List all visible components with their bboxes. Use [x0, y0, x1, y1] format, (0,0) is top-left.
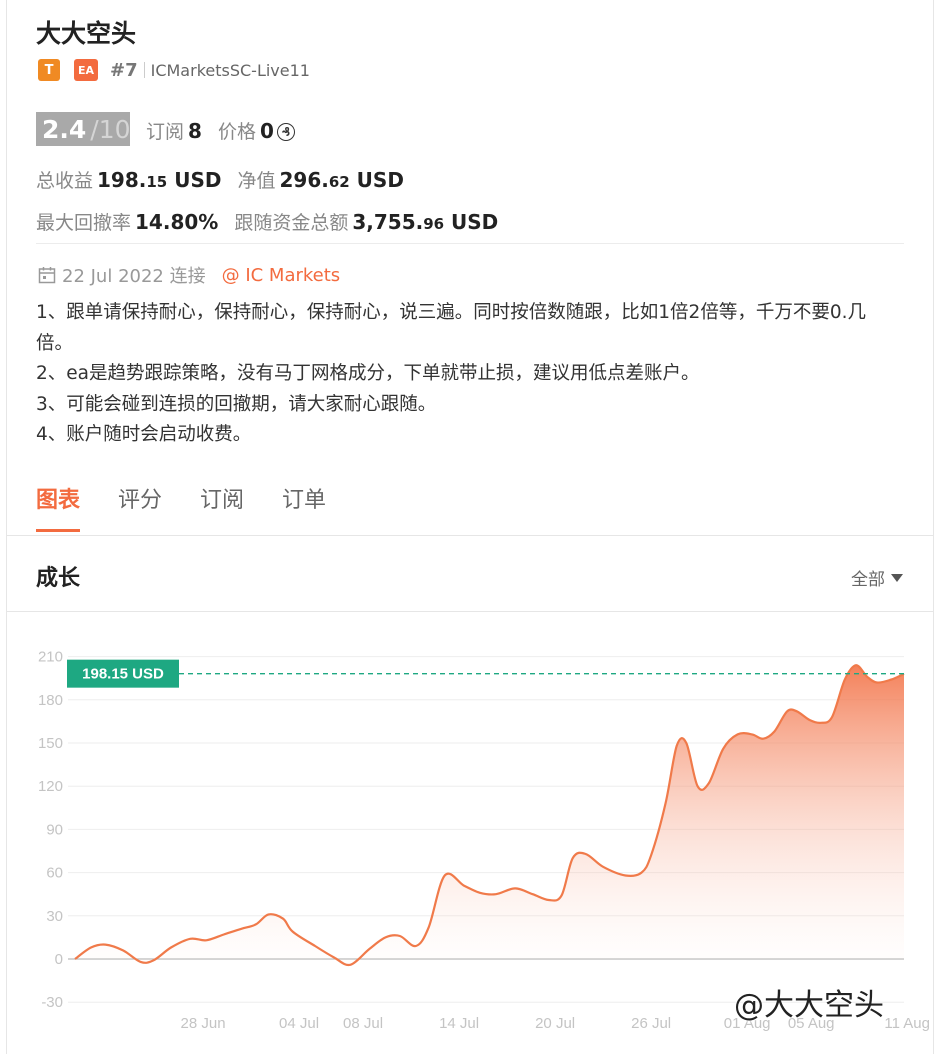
tab-bar: 图表 评分 订阅 订单: [36, 482, 364, 532]
y-tick-label: 0: [55, 951, 63, 968]
total-profit-label: 总收益: [36, 170, 94, 192]
current-value-badge: 198.15 USD: [67, 659, 179, 688]
divider: [36, 243, 904, 244]
section-title: 成长: [36, 566, 81, 591]
calendar-icon: [38, 267, 56, 284]
trader-name: 大大空头: [36, 19, 137, 48]
coin-icon: ₰: [276, 123, 295, 141]
subscribe-price-row: 订阅 8 价格 0 ₰: [146, 117, 295, 144]
description-line: 1、跟单请保持耐心，保持耐心，保持耐心，说三遍。同时按倍数随跟，比如1倍2倍等，…: [36, 302, 866, 354]
score-value: 2.4: [42, 114, 87, 144]
y-tick-label: 180: [38, 692, 63, 709]
tab-subscribe[interactable]: 订阅: [200, 482, 244, 528]
tab-rating[interactable]: 评分: [118, 482, 162, 528]
description-line: 3、可能会碰到连损的回撤期，请大家耐心跟随。: [36, 393, 437, 415]
y-tick-label: 60: [46, 865, 63, 882]
server-name: ICMarketsSC-Live11: [150, 60, 310, 80]
y-tick-label: -30: [41, 994, 63, 1011]
drawdown-row: 最大回撤率 14.80% 跟随资金总额 3,755.96 USD: [36, 208, 498, 235]
y-tick-label: 150: [38, 735, 63, 752]
score-badge: 2.4 /10: [36, 112, 131, 146]
ea-badge: EA: [74, 59, 98, 81]
subscribe-count: 8: [188, 119, 202, 143]
follow-funds-value: 3,755.96 USD: [352, 210, 499, 234]
equity-value: 296.62 USD: [279, 168, 404, 192]
max-drawdown-label: 最大回撤率: [36, 212, 132, 234]
watermark: @大大空头: [734, 988, 884, 1023]
x-tick-label: 04 Jul: [279, 1015, 319, 1032]
broker-link[interactable]: @ IC Markets: [222, 265, 341, 286]
strategy-description: 1、跟单请保持耐心，保持耐心，保持耐心，说三遍。同时按倍数随跟，比如1倍2倍等，…: [36, 298, 896, 451]
divider: [6, 535, 934, 536]
rank-label: #7: [110, 59, 138, 81]
follow-funds-label: 跟随资金总额: [234, 212, 349, 234]
current-value-label: 198.15 USD: [82, 666, 164, 683]
x-tick-label: 26 Jul: [631, 1015, 671, 1032]
tab-chart[interactable]: 图表: [36, 482, 81, 532]
trader-tags: T EA #7 ICMarketsSC-Live11: [38, 59, 310, 81]
range-label: 全部: [851, 570, 885, 590]
connect-date: 22 Jul 2022 连接: [62, 266, 206, 287]
x-tick-label: 11 Aug: [884, 1015, 930, 1032]
description-line: 4、账户随时会启动收费。: [36, 424, 252, 445]
price-value: 0: [259, 119, 274, 143]
subscribe-label: 订阅: [146, 121, 185, 143]
tab-orders[interactable]: 订单: [282, 482, 326, 528]
x-tick-label: 28 Jun: [181, 1015, 226, 1032]
trader-type-badge: T: [38, 59, 60, 81]
caret-down-icon: [891, 573, 903, 582]
x-tick-label: 14 Jul: [439, 1015, 479, 1032]
max-drawdown-value: 14.80%: [135, 210, 219, 234]
range-dropdown[interactable]: 全部: [851, 565, 903, 590]
price-label: 价格: [217, 121, 256, 143]
connection-info: 22 Jul 2022 连接 @ IC Markets: [38, 262, 340, 288]
y-tick-label: 120: [38, 778, 63, 795]
growth-area: [75, 665, 904, 966]
equity-label: 净值: [237, 170, 276, 192]
profit-row: 总收益 198.15 USD 净值 296.62 USD: [36, 166, 404, 193]
y-tick-label: 90: [46, 821, 63, 838]
score-max: /10: [90, 114, 131, 144]
y-tick-label: 210: [38, 649, 63, 666]
x-tick-label: 20 Jul: [535, 1015, 575, 1032]
x-tick-label: 08 Jul: [343, 1015, 383, 1032]
divider: [143, 62, 145, 78]
total-profit-value: 198.15 USD: [97, 168, 222, 192]
description-line: 2、ea是趋势跟踪策略，没有马丁网格成分，下单就带止损，建议用低点差账户。: [36, 363, 700, 384]
y-tick-label: 30: [46, 908, 63, 925]
